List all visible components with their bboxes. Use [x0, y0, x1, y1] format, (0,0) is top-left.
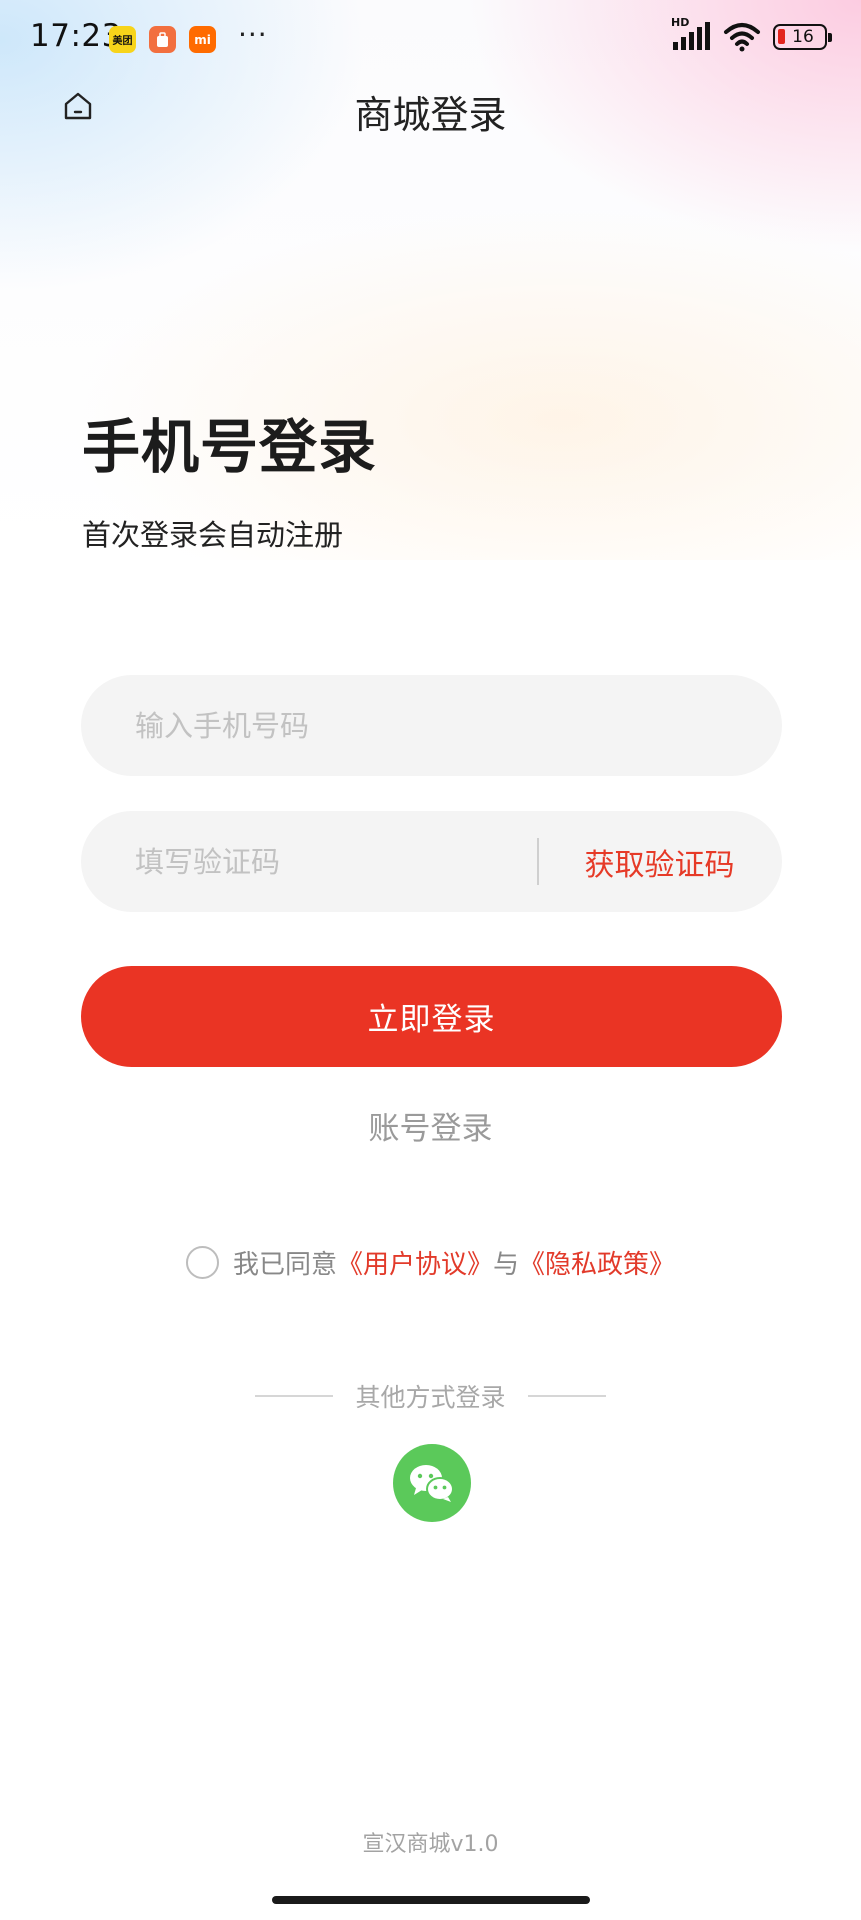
phone-input[interactable] [135, 675, 515, 776]
more-notifications-icon: ··· [238, 18, 268, 51]
home-indicator-bar[interactable] [272, 1896, 590, 1904]
status-indicators: HD 16 [671, 16, 832, 52]
notification-app-icon [149, 26, 176, 53]
battery-level: 16 [792, 27, 814, 47]
network-type-label: HD [671, 16, 690, 29]
verification-code-input[interactable] [135, 811, 515, 912]
page-title: 商城登录 [354, 93, 507, 137]
wechat-login-button[interactable] [393, 1444, 471, 1522]
login-subtitle: 首次登录会自动注册 [82, 518, 344, 552]
wechat-icon [410, 1465, 454, 1502]
signal-icon: HD [671, 16, 711, 52]
user-agreement-link[interactable]: 《用户协议》 [337, 1244, 493, 1281]
mi-app-icon: mi [189, 26, 216, 53]
agreement-conjunction: 与 [493, 1249, 520, 1280]
login-button[interactable]: 立即登录 [81, 966, 782, 1067]
get-code-button[interactable]: 获取验证码 [537, 811, 782, 912]
agreement-row: 我已同意 《用户协议》 与 《隐私政策》 [186, 1244, 675, 1281]
battery-icon: 16 [773, 24, 832, 50]
phone-input-container [81, 675, 782, 776]
agreement-checkbox[interactable] [186, 1245, 219, 1279]
divider-line-left [255, 1395, 334, 1397]
agreement-prefix: 我已同意 [233, 1249, 338, 1280]
app-version: 宣汉商城v1.0 [362, 1832, 499, 1857]
privacy-policy-link[interactable]: 《隐私政策》 [519, 1244, 675, 1281]
login-heading: 手机号登录 [82, 413, 378, 481]
divider-line-right [527, 1395, 606, 1397]
wifi-icon [724, 23, 760, 52]
account-login-link[interactable]: 账号登录 [0, 1103, 861, 1148]
code-input-container: 获取验证码 [81, 811, 782, 912]
other-login-label: 其他方式登录 [355, 1383, 506, 1412]
meituan-app-icon: 美团 [109, 26, 136, 53]
other-login-divider: 其他方式登录 [0, 1378, 861, 1414]
